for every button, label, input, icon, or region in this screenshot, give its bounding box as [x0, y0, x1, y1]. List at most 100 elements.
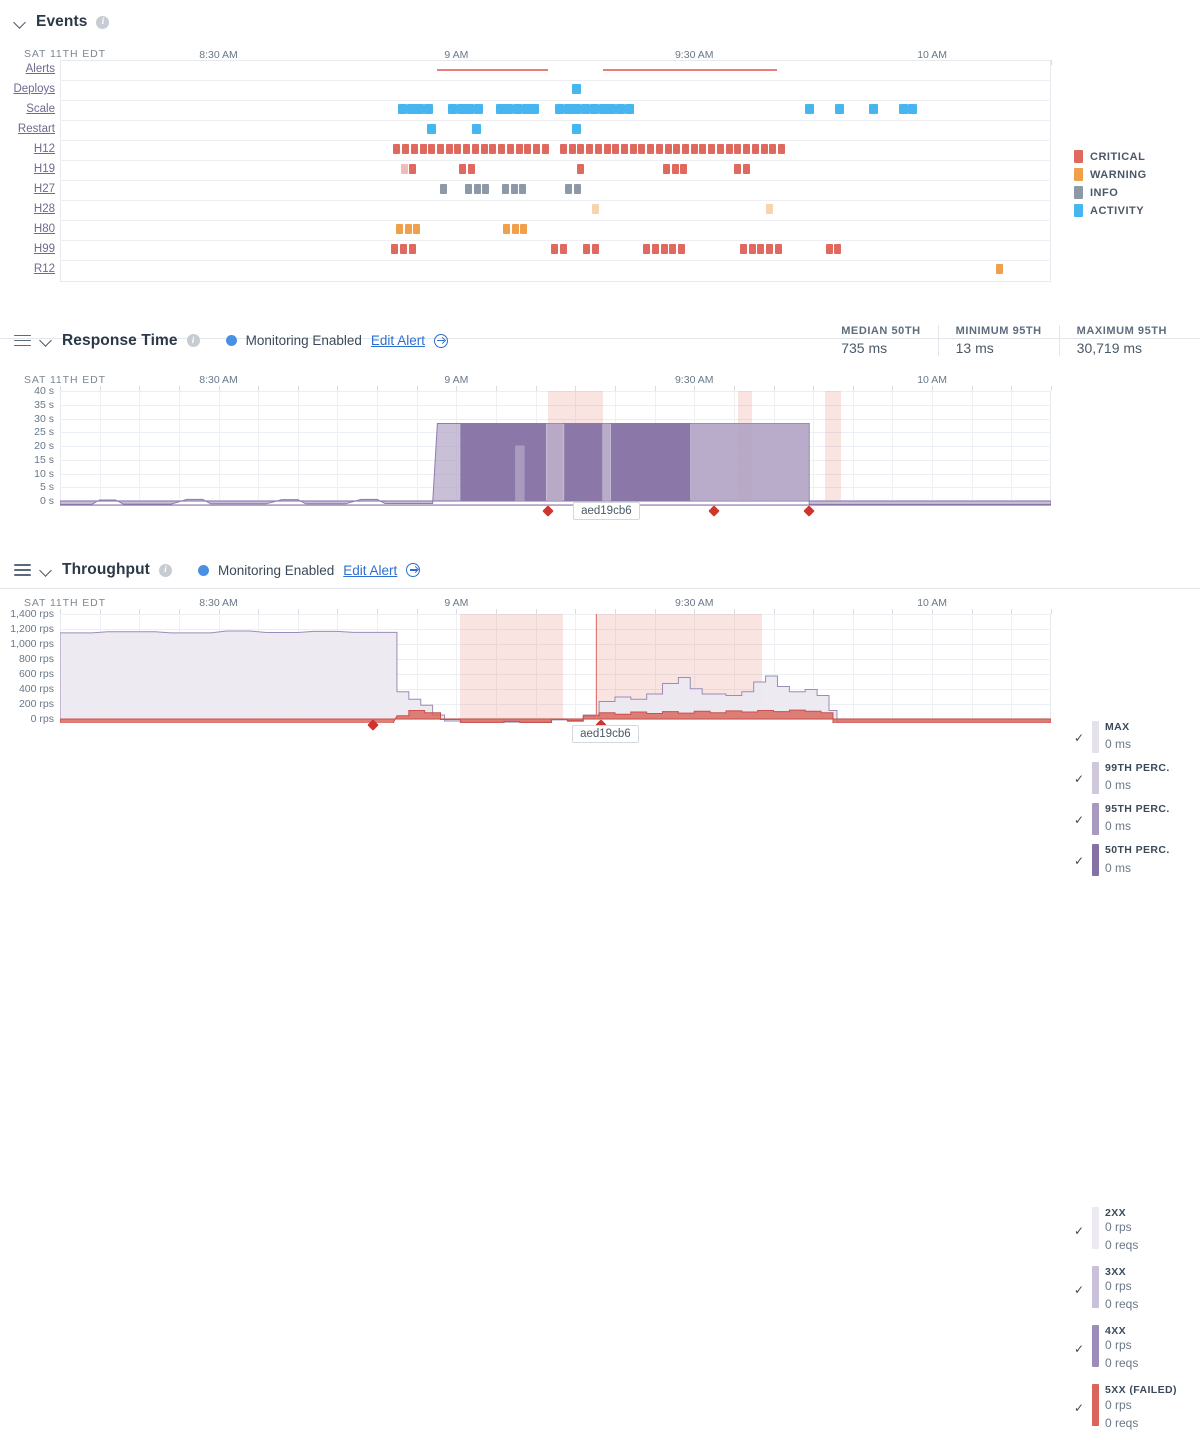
event-marker[interactable]: [586, 144, 594, 154]
event-marker[interactable]: [524, 144, 532, 154]
event-marker[interactable]: [834, 104, 844, 114]
event-marker[interactable]: [391, 244, 399, 254]
event-marker[interactable]: [410, 144, 418, 154]
event-marker[interactable]: [582, 244, 590, 254]
event-marker[interactable]: [577, 144, 585, 154]
event-marker[interactable]: [607, 104, 617, 114]
legend-checkbox[interactable]: ✓: [1074, 854, 1086, 868]
event-marker[interactable]: [464, 184, 472, 194]
event-marker[interactable]: [402, 144, 410, 154]
event-marker[interactable]: [572, 104, 582, 114]
event-marker[interactable]: [565, 184, 573, 194]
event-marker[interactable]: [400, 164, 408, 174]
event-marker[interactable]: [576, 164, 584, 174]
event-marker[interactable]: [559, 244, 567, 254]
event-marker[interactable]: [440, 184, 448, 194]
event-marker[interactable]: [662, 164, 670, 174]
event-marker[interactable]: [678, 244, 686, 254]
event-marker[interactable]: [699, 144, 707, 154]
event-marker[interactable]: [594, 144, 602, 154]
event-row-label-restart[interactable]: Restart: [0, 123, 55, 135]
event-marker[interactable]: [616, 104, 625, 114]
edit-alert-link[interactable]: Edit Alert: [343, 563, 397, 578]
event-marker[interactable]: [638, 144, 646, 154]
event-row-label-r12[interactable]: R12: [0, 263, 55, 275]
response-time-legend-item[interactable]: ✓ 95TH PERC. 0 ms: [1074, 803, 1170, 836]
event-row-label-h12[interactable]: H12: [0, 143, 55, 155]
event-marker[interactable]: [554, 104, 564, 114]
arrow-right-circle-icon[interactable]: [406, 563, 421, 577]
throughput-legend-item[interactable]: ✓ 3XX 0 rps 0 reqs: [1074, 1266, 1177, 1314]
event-marker[interactable]: [397, 104, 407, 114]
legend-checkbox[interactable]: ✓: [1074, 813, 1086, 827]
event-marker[interactable]: [541, 144, 549, 154]
event-marker[interactable]: [563, 104, 573, 114]
legend-checkbox[interactable]: ✓: [1074, 1283, 1086, 1297]
event-row-label-h99[interactable]: H99: [0, 243, 55, 255]
event-marker[interactable]: [690, 144, 698, 154]
event-marker[interactable]: [456, 104, 466, 114]
event-marker[interactable]: [647, 144, 655, 154]
event-marker[interactable]: [459, 164, 467, 174]
events-legend-item[interactable]: INFO: [1074, 186, 1147, 199]
event-marker[interactable]: [624, 104, 634, 114]
event-marker[interactable]: [725, 144, 733, 154]
info-icon[interactable]: i: [158, 563, 172, 577]
event-marker[interactable]: [907, 104, 917, 114]
event-marker[interactable]: [463, 144, 471, 154]
event-marker[interactable]: [415, 104, 425, 114]
event-row-label-h19[interactable]: H19: [0, 163, 55, 175]
event-marker[interactable]: [739, 244, 747, 254]
response-time-legend-item[interactable]: ✓ 50TH PERC. 0 ms: [1074, 844, 1170, 877]
event-marker[interactable]: [834, 244, 842, 254]
event-marker[interactable]: [743, 164, 751, 174]
event-marker[interactable]: [519, 184, 527, 194]
event-marker[interactable]: [406, 104, 416, 114]
event-marker[interactable]: [515, 144, 523, 154]
event-marker[interactable]: [471, 144, 479, 154]
event-marker[interactable]: [568, 144, 576, 154]
event-marker[interactable]: [868, 104, 878, 114]
event-marker[interactable]: [716, 144, 724, 154]
edit-alert-link[interactable]: Edit Alert: [371, 333, 425, 348]
event-marker[interactable]: [506, 144, 514, 154]
event-marker[interactable]: [447, 104, 457, 114]
event-marker[interactable]: [473, 184, 481, 194]
event-marker[interactable]: [572, 124, 582, 134]
info-icon[interactable]: i: [96, 15, 110, 29]
drag-handle-icon[interactable]: [14, 334, 31, 347]
event-marker[interactable]: [445, 144, 453, 154]
event-marker[interactable]: [474, 104, 484, 114]
event-marker[interactable]: [612, 144, 620, 154]
events-legend-item[interactable]: ACTIVITY: [1074, 204, 1147, 217]
event-marker[interactable]: [603, 144, 611, 154]
event-marker[interactable]: [589, 104, 599, 114]
event-marker[interactable]: [498, 144, 506, 154]
deploy-marker[interactable]: [708, 505, 720, 517]
legend-checkbox[interactable]: ✓: [1074, 1224, 1086, 1238]
arrow-right-circle-icon[interactable]: [433, 333, 448, 348]
event-marker[interactable]: [591, 244, 599, 254]
throughput-legend-item[interactable]: ✓ 4XX 0 rps 0 reqs: [1074, 1325, 1177, 1373]
event-marker[interactable]: [680, 164, 688, 174]
event-marker[interactable]: [395, 224, 403, 234]
event-marker[interactable]: [734, 164, 742, 174]
event-marker[interactable]: [532, 144, 540, 154]
event-marker[interactable]: [482, 184, 490, 194]
event-marker[interactable]: [664, 144, 672, 154]
event-marker[interactable]: [760, 144, 768, 154]
event-marker[interactable]: [437, 144, 445, 154]
event-marker[interactable]: [426, 124, 436, 134]
events-legend-item[interactable]: CRITICAL: [1074, 150, 1147, 163]
event-row-label-h27[interactable]: H27: [0, 183, 55, 195]
event-marker[interactable]: [409, 164, 417, 174]
legend-checkbox[interactable]: ✓: [1074, 1342, 1086, 1356]
throughput-legend-item[interactable]: ✓ 2XX 0 rps 0 reqs: [1074, 1207, 1177, 1255]
event-alert-span[interactable]: [603, 69, 778, 71]
deploy-marker[interactable]: [803, 505, 815, 517]
event-marker[interactable]: [766, 204, 774, 214]
event-marker[interactable]: [629, 144, 637, 154]
event-marker[interactable]: [995, 264, 1003, 274]
event-marker[interactable]: [471, 124, 481, 134]
throughput-legend-item[interactable]: ✓ 5XX (FAILED) 0 rps 0 reqs: [1074, 1384, 1177, 1432]
